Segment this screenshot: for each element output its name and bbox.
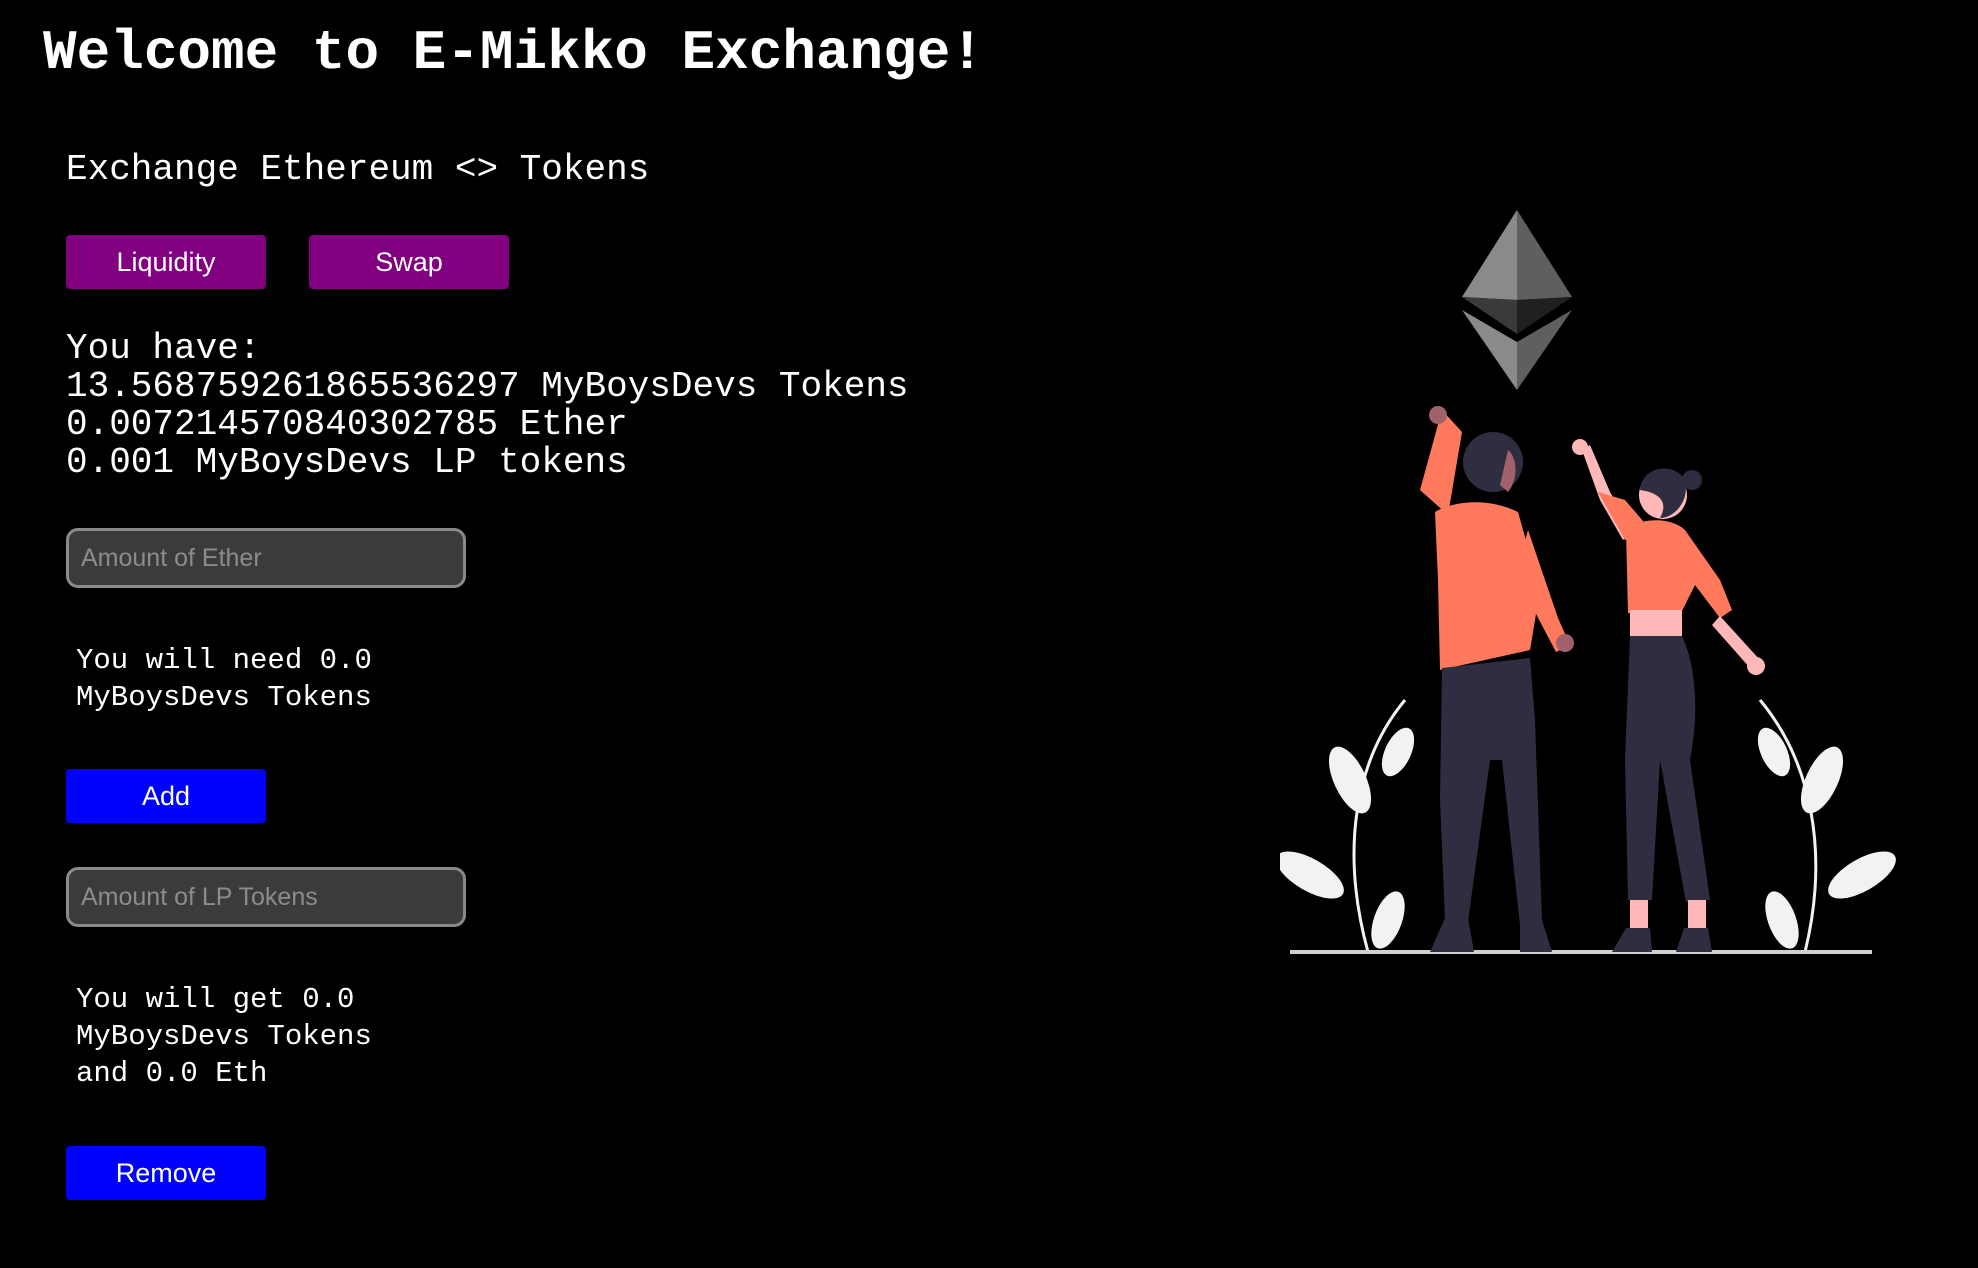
ethereum-logo-icon — [1462, 210, 1572, 390]
right-plant — [1757, 699, 1896, 953]
balances-heading: You have: — [66, 328, 261, 369]
lp-token-amount-input[interactable] — [66, 867, 466, 927]
add-note-line: MyBoysDevs Tokens — [76, 681, 372, 714]
balances-panel: You have: 13.568759261865536297 MyBoysDe… — [66, 330, 909, 482]
left-plant — [1280, 699, 1415, 953]
add-button[interactable]: Add — [66, 769, 266, 823]
woman-figure — [1572, 439, 1765, 952]
ether-balance: 0.007214570840302785 Ether — [66, 404, 628, 445]
ether-amount-input[interactable] — [66, 528, 466, 588]
remove-button[interactable]: Remove — [66, 1146, 266, 1200]
lp-token-balance: 0.001 MyBoysDevs LP tokens — [66, 442, 628, 483]
token-balance: 13.568759261865536297 MyBoysDevs Tokens — [66, 366, 909, 407]
remove-note-line: You will get 0.0 — [76, 983, 355, 1016]
man-figure — [1420, 406, 1574, 952]
liquidity-tab-button[interactable]: Liquidity — [66, 235, 266, 289]
remove-note-line: and 0.0 Eth — [76, 1057, 268, 1090]
add-note-line: You will need 0.0 — [76, 644, 372, 677]
page-subtitle: Exchange Ethereum <> Tokens — [66, 149, 650, 190]
remove-liquidity-note: You will get 0.0 MyBoysDevs Tokens and 0… — [76, 981, 436, 1092]
people-reaching-illustration — [1280, 210, 1896, 954]
ground-line — [1290, 950, 1872, 954]
add-liquidity-note: You will need 0.0 MyBoysDevs Tokens — [76, 642, 436, 716]
remove-note-line: MyBoysDevs Tokens — [76, 1020, 372, 1053]
swap-tab-button[interactable]: Swap — [309, 235, 509, 289]
page-title: Welcome to E-Mikko Exchange! — [43, 21, 984, 85]
